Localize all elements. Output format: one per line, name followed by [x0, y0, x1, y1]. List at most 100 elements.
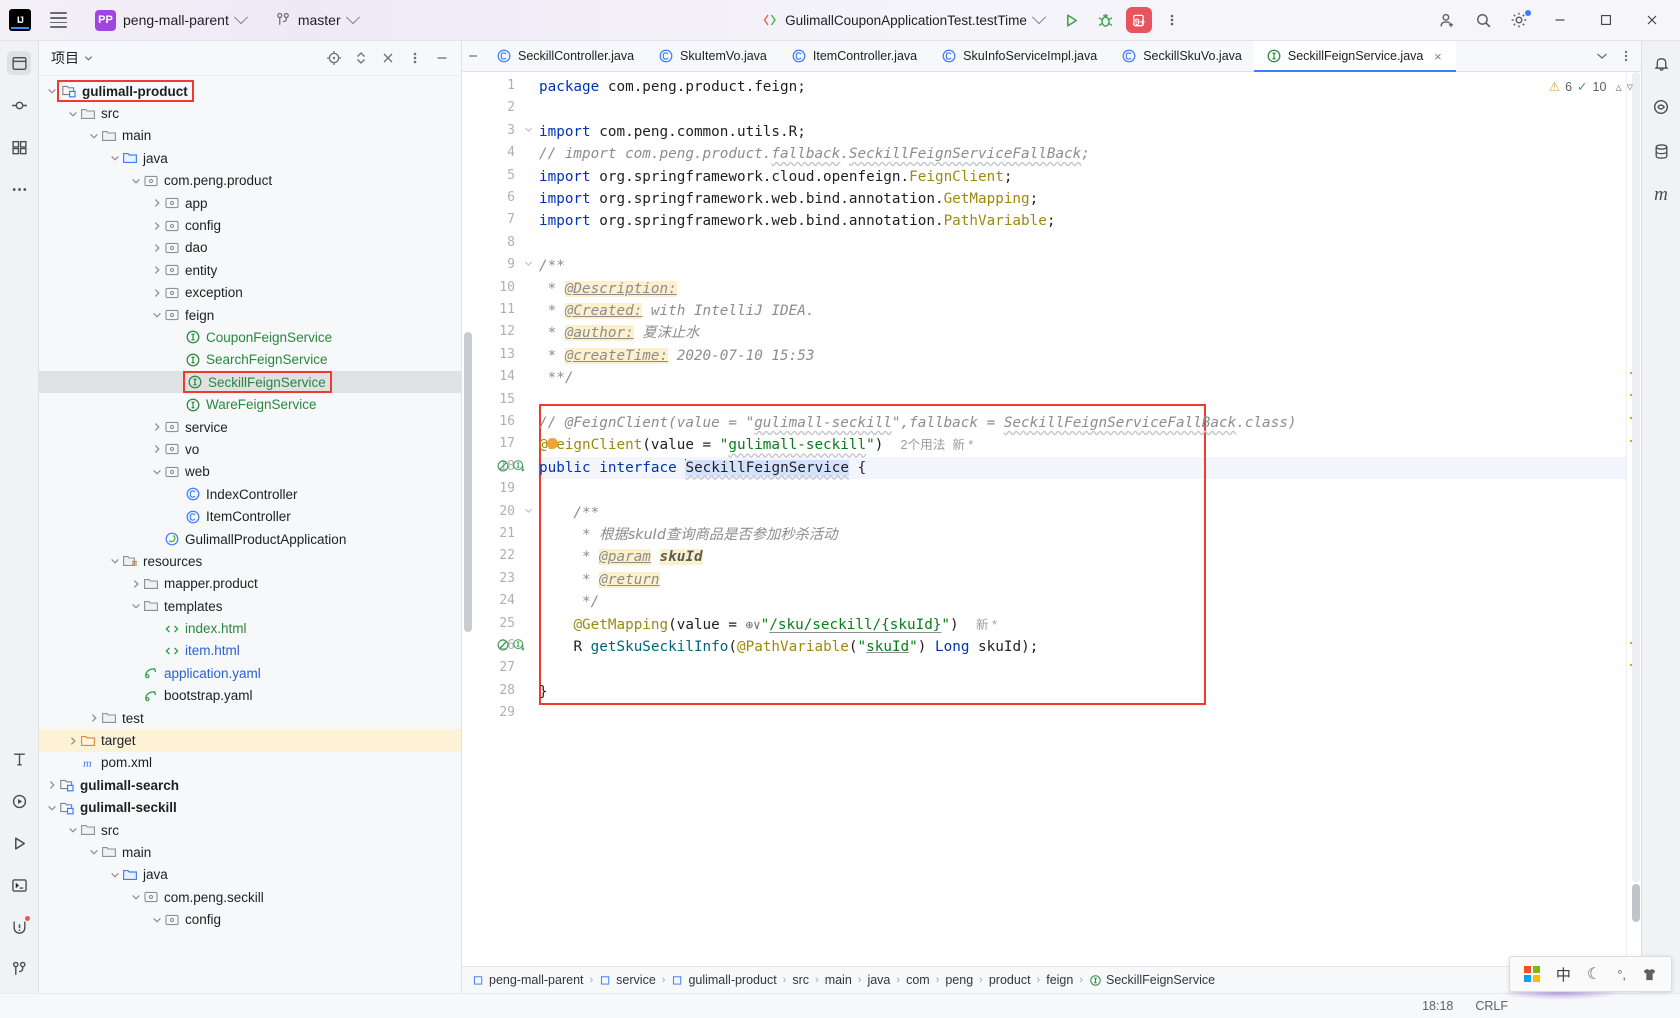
tree-expander[interactable]	[150, 241, 164, 255]
code-line-3[interactable]: import com.peng.common.utils.R;	[539, 121, 806, 143]
fold-arrow-icon[interactable]	[524, 125, 533, 137]
ai-chat-icon[interactable]	[1649, 95, 1673, 119]
tree-item-test[interactable]: test	[39, 707, 461, 729]
tree-expander[interactable]	[129, 174, 143, 188]
degree-comma-icon[interactable]: °,	[1617, 967, 1626, 982]
tree-item-indexcontroller[interactable]: IndexController	[39, 483, 461, 505]
tree-item-entity[interactable]: entity	[39, 259, 461, 281]
tree-item-seckillfeignservice[interactable]: SeckillFeignService	[39, 371, 461, 394]
tree-item-mapper-product[interactable]: mapper.product	[39, 573, 461, 595]
maximize-button[interactable]	[1584, 0, 1628, 40]
tree-expander[interactable]	[87, 845, 101, 859]
more-options-icon[interactable]	[402, 45, 428, 71]
editor-vertical-scrollbar[interactable]	[464, 332, 472, 632]
code-line-13[interactable]: * @createTime: 2020-07-10 15:53	[539, 345, 814, 367]
code-line-18[interactable]: public interface SeckillFeignService {	[539, 457, 866, 479]
project-tree[interactable]: gulimall-product src main java com.peng.prod…	[39, 76, 461, 993]
code-content[interactable]: package com.peng.product.feign; import co…	[537, 72, 1626, 966]
gutter-method-mark-26[interactable]	[496, 638, 510, 655]
line-separator[interactable]: CRLF	[1475, 999, 1508, 1013]
tree-expander[interactable]	[45, 778, 59, 792]
code-line-1[interactable]: package com.peng.product.feign;	[539, 76, 806, 98]
tree-item-gulimallproductapplication[interactable]: GulimallProductApplication	[39, 528, 461, 550]
main-menu-icon[interactable]	[43, 5, 73, 35]
editor-gutter[interactable]: 1 2 3 4 5 6 7 8 9 10 11 12 13 14 15 16 17 18 19 20 21 22 23 24 2…	[462, 72, 537, 966]
tree-expander[interactable]	[129, 890, 143, 904]
code-line-16[interactable]: // @FeignClient(value = "gulimall-seckil…	[539, 412, 1297, 434]
code-line-7[interactable]: import org.springframework.web.bind.anno…	[539, 210, 1055, 232]
code-line-11[interactable]: * @Created: with IntelliJ IDEA.	[539, 300, 814, 322]
ij-logo-icon[interactable]: PPIJ	[9, 9, 31, 31]
tree-expander[interactable]	[108, 554, 122, 568]
tree-item-pom-xml[interactable]: m pom.xml	[39, 752, 461, 774]
next-problem-icon[interactable]: ▿	[1627, 79, 1633, 94]
code-line-28[interactable]: }	[539, 681, 548, 703]
run-tool-icon[interactable]	[7, 831, 31, 855]
more-tool-windows-icon[interactable]	[7, 177, 31, 201]
caret-position[interactable]: 18:18	[1422, 999, 1453, 1013]
tree-item-com-peng-seckill[interactable]: com.peng.seckill	[39, 886, 461, 908]
tree-item-gulimall-search[interactable]: gulimall-search	[39, 774, 461, 796]
breadcrumb-item-product[interactable]: product	[989, 973, 1031, 987]
tree-expander[interactable]	[150, 465, 164, 479]
breadcrumb-item-peng-mall-parent[interactable]: peng-mall-parent	[472, 973, 584, 987]
close-button[interactable]	[1630, 0, 1674, 40]
tree-expander[interactable]	[150, 219, 164, 233]
more-vertical-button[interactable]	[1158, 6, 1186, 34]
editor-tab-itemcontroller-java[interactable]: ItemController.java	[779, 41, 929, 71]
windows-start-icon[interactable]	[1524, 966, 1540, 982]
tree-expander[interactable]	[129, 599, 143, 613]
tree-item-java[interactable]: java	[39, 147, 461, 169]
prev-problem-icon[interactable]: ▵	[1615, 79, 1621, 94]
breadcrumb-item-java[interactable]: java	[867, 973, 890, 987]
tree-item-src[interactable]: src	[39, 819, 461, 841]
tree-item-item-html[interactable]: item.html	[39, 640, 461, 662]
code-line-24[interactable]: */	[539, 591, 599, 613]
structure-tool-icon[interactable]	[7, 135, 31, 159]
code-line-23[interactable]: * @return	[539, 569, 660, 591]
tree-expander[interactable]	[150, 286, 164, 300]
tab-list-icon[interactable]	[1591, 44, 1613, 68]
code-line-10[interactable]: * @Description:	[539, 278, 677, 300]
breadcrumb-item-peng[interactable]: peng	[945, 973, 973, 987]
code-line-9[interactable]: /**	[539, 255, 565, 277]
hide-panel-icon[interactable]	[429, 45, 455, 71]
analysis-scrollbar-thumb[interactable]	[1632, 884, 1640, 922]
tree-item-gulimall-seckill[interactable]: gulimall-seckill	[39, 797, 461, 819]
breadcrumb-item-feign[interactable]: feign	[1046, 973, 1073, 987]
tree-expander[interactable]	[150, 913, 164, 927]
moon-icon[interactable]: ☾	[1587, 964, 1601, 984]
inspection-widget[interactable]: ⚠ 6 ✓ 10 ▵ ▿	[1549, 79, 1633, 95]
expand-collapse-icon[interactable]	[348, 45, 374, 71]
tree-item-exception[interactable]: exception	[39, 282, 461, 304]
tree-expander[interactable]	[150, 196, 164, 210]
editor-tab-skuinfoserviceimpl-java[interactable]: SkuInfoServiceImpl.java	[929, 41, 1109, 71]
tree-expander[interactable]	[150, 442, 164, 456]
tree-item-itemcontroller[interactable]: ItemController	[39, 505, 461, 527]
chevron-down-icon[interactable]	[79, 45, 97, 71]
fold-arrow-icon[interactable]	[524, 259, 533, 271]
search-everywhere-button[interactable]	[1466, 6, 1500, 34]
version-control-icon[interactable]	[7, 957, 31, 981]
database-icon[interactable]	[1649, 139, 1673, 163]
tree-expander[interactable]	[150, 420, 164, 434]
project-selector[interactable]: PP peng-mall-parent	[89, 7, 252, 34]
settings-button[interactable]	[1502, 6, 1536, 34]
collapse-all-icon[interactable]	[375, 45, 401, 71]
tree-item-bootstrap-yaml[interactable]: bootstrap.yaml	[39, 685, 461, 707]
tree-expander[interactable]	[45, 801, 59, 815]
close-tab-icon[interactable]: ×	[1431, 49, 1444, 64]
fold-arrow-icon[interactable]	[524, 506, 533, 518]
add-user-button[interactable]	[1430, 6, 1464, 34]
editor-tab-skuitemvo-java[interactable]: SkuItemVo.java	[646, 41, 779, 71]
ai-assistant-icon[interactable]	[7, 747, 31, 771]
tree-expander[interactable]	[108, 151, 122, 165]
tree-item-target[interactable]: target	[39, 729, 461, 752]
tree-expander[interactable]	[66, 823, 80, 837]
code-line-20[interactable]: /**	[539, 502, 599, 524]
branch-selector[interactable]: master	[270, 9, 364, 31]
tree-item-resources[interactable]: resources	[39, 550, 461, 572]
code-line-21[interactable]: * 根据skuId查询商品是否参加秒杀活动	[539, 524, 837, 546]
breadcrumb-item-service[interactable]: service	[599, 973, 656, 987]
notifications-icon[interactable]	[1649, 51, 1673, 75]
